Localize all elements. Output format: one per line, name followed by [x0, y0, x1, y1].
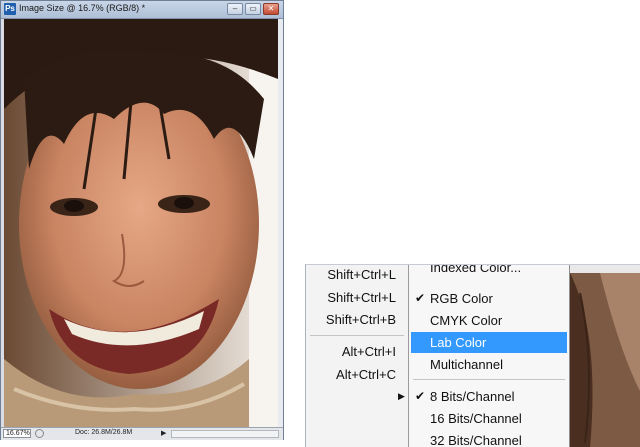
checkmark-icon: ✔ — [415, 389, 426, 403]
minimize-button[interactable]: – — [227, 3, 243, 15]
image-canvas[interactable] — [4, 19, 278, 427]
menu-item-indexed-color[interactable]: Indexed Color... — [411, 264, 567, 278]
title-bar[interactable]: Ps Image Size @ 16.7% (RGB/8) * – ▭ ✕ — [1, 1, 283, 19]
document-size-readout: Doc: 26.8M/26.8M — [75, 429, 133, 436]
horizontal-scrollbar[interactable] — [171, 430, 279, 438]
status-bar: 16.67% Doc: 26.8M/26.8M ▶ — [1, 427, 283, 440]
menu-item-label: 32 Bits/Channel — [430, 433, 522, 447]
menu-item-8-bits-channel[interactable]: ✔ 8 Bits/Channel — [411, 386, 567, 407]
document-title: Image Size @ 16.7% (RGB/8) * — [19, 3, 146, 13]
menu-item-lab-color[interactable]: Lab Color — [411, 332, 567, 353]
menu-item-label: Indexed Color... — [430, 264, 522, 275]
vertical-scrollbar[interactable] — [278, 19, 283, 427]
menu-item-label: 8 Bits/Channel — [430, 389, 515, 404]
mode-menu-crop: Shift+Ctrl+L Shift+Ctrl+L Shift+Ctrl+B A… — [305, 264, 640, 447]
menu-item-label: Lab Color — [430, 335, 487, 350]
menu-item-multichannel[interactable]: Multichannel — [411, 354, 567, 375]
background-photo-strip — [570, 273, 640, 447]
document-window: Ps Image Size @ 16.7% (RGB/8) * – ▭ ✕ 16… — [0, 0, 284, 440]
shortcut-auto-contrast: Shift+Ctrl+L — [327, 290, 396, 305]
menu-item-16-bits-channel[interactable]: 16 Bits/Channel — [411, 408, 567, 429]
menu-item-label: 16 Bits/Channel — [430, 411, 522, 426]
close-button[interactable]: ✕ — [263, 3, 279, 15]
portrait-photo — [4, 19, 278, 427]
menu-separator — [413, 379, 565, 380]
menu-item-rgb-color[interactable]: ✔ RGB Color — [411, 288, 567, 309]
background-strip — [570, 265, 640, 273]
zoom-level-field[interactable]: 16.67% — [3, 429, 31, 438]
shortcut-auto-tone: Shift+Ctrl+L — [327, 267, 396, 282]
shortcut-canvas-size: Alt+Ctrl+C — [336, 367, 396, 382]
status-info-icon[interactable] — [35, 429, 44, 438]
parent-menu-column: Shift+Ctrl+L Shift+Ctrl+L Shift+Ctrl+B A… — [306, 265, 409, 447]
shortcut-image-size: Alt+Ctrl+I — [341, 344, 396, 359]
restore-button[interactable]: ▭ — [245, 3, 261, 15]
menu-item-label: Multichannel — [430, 357, 503, 372]
menu-item-label: CMYK Color — [430, 313, 503, 328]
menu-item-label: RGB Color — [430, 291, 493, 306]
photoshop-app-icon: Ps — [4, 3, 16, 15]
mode-submenu: Indexed Color... ✔ RGB Color CMYK Color … — [409, 264, 623, 447]
submenu-arrow-icon: ▶ — [398, 391, 405, 401]
shortcut-auto-color: Shift+Ctrl+B — [325, 312, 396, 327]
menu-item-32-bits-channel[interactable]: 32 Bits/Channel — [411, 430, 567, 447]
menu-item-cmyk-color[interactable]: CMYK Color — [411, 310, 567, 331]
menu-separator — [310, 335, 404, 336]
status-menu-arrow-icon[interactable]: ▶ — [161, 429, 166, 437]
checkmark-icon: ✔ — [415, 291, 426, 305]
